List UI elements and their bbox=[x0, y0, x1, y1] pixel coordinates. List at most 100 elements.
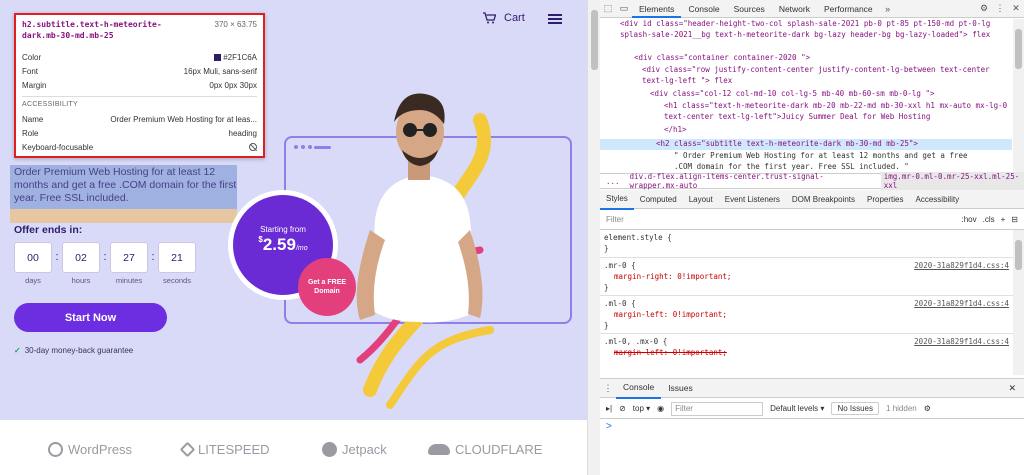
dom-node[interactable]: <div class="col-12 col-md-10 col-lg-5 mb… bbox=[650, 89, 934, 100]
color-swatch bbox=[214, 54, 222, 62]
timer-value: 21 bbox=[158, 242, 196, 273]
timer-separator: : bbox=[55, 251, 59, 263]
hover-state-toggle[interactable]: :hov bbox=[962, 215, 977, 224]
jetpack-icon bbox=[322, 442, 337, 457]
devtools-toolbar: ⬚ ▭ Elements Console Sources Network Per… bbox=[600, 0, 1024, 18]
dom-node[interactable]: </h1> bbox=[664, 125, 687, 136]
close-icon[interactable]: ✕ bbox=[1008, 3, 1024, 14]
console-filter-input[interactable]: Filter bbox=[671, 401, 764, 416]
tab-issues[interactable]: Issues bbox=[661, 378, 700, 398]
inspect-element-icon[interactable]: ⬚ bbox=[600, 3, 616, 14]
rules-scrollbar[interactable] bbox=[1013, 230, 1024, 375]
tab-accessibility[interactable]: Accessibility bbox=[910, 190, 966, 209]
breadcrumb-item[interactable]: ... bbox=[606, 177, 620, 186]
tab-network[interactable]: Network bbox=[772, 0, 817, 18]
tab-performance[interactable]: Performance bbox=[817, 0, 880, 18]
menu-icon[interactable] bbox=[548, 14, 562, 24]
offer-label: Offer ends in: bbox=[14, 224, 83, 236]
drawer-menu-icon[interactable]: ⋮ bbox=[600, 383, 616, 394]
page-scrollbar[interactable] bbox=[587, 0, 600, 475]
tab-event-listeners[interactable]: Event Listeners bbox=[719, 190, 786, 209]
css-rules-pane[interactable]: element.style { } .mr-0 { 2020-31a829f1d… bbox=[600, 230, 1024, 375]
dom-text-node[interactable]: .COM domain for the first year. Free SSL… bbox=[674, 162, 909, 173]
elements-scrollbar[interactable] bbox=[1013, 19, 1024, 173]
levels-select[interactable]: Default levels ▾ bbox=[770, 404, 824, 413]
tooltip-role-row: Role heading bbox=[22, 129, 257, 138]
console-settings-icon[interactable]: ⚙ bbox=[924, 404, 931, 413]
css-rule[interactable]: .ml-0 { 2020-31a829f1d4.css:4 margin-lef… bbox=[600, 298, 1013, 334]
tooltip-name-row: Name Order Premium Web Hosting for at lea… bbox=[22, 115, 257, 124]
dom-node[interactable]: <h1 class="text-h-meteorite-dark mb-20 m… bbox=[664, 101, 1012, 122]
start-now-button[interactable]: Start Now bbox=[14, 303, 167, 332]
breadcrumb-item[interactable]: div.d-flex.align-items-center.trust-sign… bbox=[630, 172, 871, 190]
tab-console[interactable]: Console bbox=[681, 0, 726, 18]
computed-sidebar-icon[interactable]: ⊟ bbox=[1011, 215, 1018, 224]
not-focusable-icon bbox=[249, 143, 257, 151]
dom-text-node[interactable]: " Order Premium Web Hosting for at least… bbox=[674, 151, 968, 162]
device-toggle-icon[interactable]: ▭ bbox=[616, 3, 632, 14]
tooltip-accessibility-header: ACCESSIBILITY bbox=[22, 101, 79, 108]
sidebar-toggle-icon[interactable]: ▸| bbox=[606, 404, 612, 413]
litespeed-icon bbox=[179, 441, 196, 458]
dom-node[interactable]: <div id class="header-height-two-col spl… bbox=[620, 19, 1010, 40]
dom-breadcrumb: ... div.d-flex.align-items-center.trust-… bbox=[600, 172, 1024, 190]
tooltip-keyboard-row: Keyboard-focusable bbox=[22, 143, 257, 152]
more-options-icon[interactable]: ⋮ bbox=[992, 3, 1008, 14]
tab-computed[interactable]: Computed bbox=[634, 190, 683, 209]
breadcrumb-item[interactable]: img.mr-0.ml-0.mr-25-xxl.ml-25-xxl bbox=[880, 172, 1024, 190]
tab-dom-breakpoints[interactable]: DOM Breakpoints bbox=[786, 190, 861, 209]
timer-value: 27 bbox=[110, 242, 148, 273]
close-drawer-icon[interactable]: ✕ bbox=[1008, 383, 1016, 394]
tab-styles[interactable]: Styles bbox=[600, 189, 634, 210]
console-prompt[interactable]: > bbox=[606, 421, 612, 432]
styles-filter-input[interactable]: Filter bbox=[606, 215, 624, 224]
wordpress-icon bbox=[48, 442, 63, 457]
tooltip-selector: h2.subtitle.text-h-meteorite-dark.mb-30-… bbox=[22, 20, 162, 40]
tab-sources[interactable]: Sources bbox=[727, 0, 772, 18]
tab-elements[interactable]: Elements bbox=[632, 0, 682, 18]
timer-hours: 02 hours bbox=[62, 242, 100, 285]
eye-icon[interactable]: ◉ bbox=[657, 404, 664, 413]
dom-node[interactable]: <div class="container container-2020 "> bbox=[634, 53, 810, 64]
timer-unit: minutes bbox=[115, 276, 143, 285]
clear-console-icon[interactable]: ⊘ bbox=[619, 404, 626, 413]
cart-icon bbox=[483, 12, 496, 24]
issues-button[interactable]: No Issues bbox=[831, 402, 880, 415]
tab-layout[interactable]: Layout bbox=[683, 190, 719, 209]
css-rule[interactable]: .mr-0 { 2020-31a829f1d4.css:4 margin-rig… bbox=[600, 260, 1013, 296]
add-rule-icon[interactable]: + bbox=[1001, 215, 1006, 224]
rule-source-link[interactable]: 2020-31a829f1d4.css:4 bbox=[914, 336, 1009, 347]
timer-value: 00 bbox=[14, 242, 52, 273]
price-value: $2.59/mo bbox=[258, 235, 308, 254]
inspect-tooltip: h2.subtitle.text-h-meteorite-dark.mb-30-… bbox=[14, 13, 265, 158]
timer-value: 02 bbox=[62, 242, 100, 273]
styles-filter-row: Filter :hov .cls + ⊟ bbox=[600, 209, 1024, 230]
timer-unit: days bbox=[25, 276, 41, 285]
jetpack-logo: Jetpack bbox=[322, 442, 387, 457]
countdown-timer: 00 days : 02 hours : 27 minutes : 21 sec… bbox=[14, 242, 196, 285]
tab-console-drawer[interactable]: Console bbox=[616, 377, 662, 399]
wordpress-logo: WordPress bbox=[48, 442, 132, 457]
cloudflare-icon bbox=[428, 444, 450, 455]
guarantee-note: ✓ 30-day money-back guarantee bbox=[14, 346, 133, 355]
guarantee-text: 30-day money-back guarantee bbox=[24, 346, 134, 355]
more-tabs-icon[interactable]: » bbox=[880, 4, 896, 14]
rule-source-link[interactable]: 2020-31a829f1d4.css:4 bbox=[914, 298, 1009, 309]
class-toggle[interactable]: .cls bbox=[983, 215, 995, 224]
timer-unit: seconds bbox=[163, 276, 191, 285]
styles-tabbar: Styles Computed Layout Event Listeners D… bbox=[600, 189, 1024, 210]
context-select[interactable]: top ▾ bbox=[633, 404, 650, 413]
cloudflare-logo: CLOUDFLARE bbox=[428, 442, 542, 457]
tooltip-color-row: Color #2F1C6A bbox=[22, 53, 257, 62]
cart-link[interactable]: Cart bbox=[483, 12, 525, 24]
rule-source-link[interactable]: 2020-31a829f1d4.css:4 bbox=[914, 260, 1009, 271]
settings-gear-icon[interactable]: ⚙ bbox=[976, 3, 992, 14]
css-rule[interactable]: element.style { } bbox=[600, 232, 1013, 258]
css-rule[interactable]: .ml-0, .mx-0 { 2020-31a829f1d4.css:4 mar… bbox=[600, 336, 1013, 366]
hidden-count: 1 hidden bbox=[886, 404, 917, 413]
tab-properties[interactable]: Properties bbox=[861, 190, 909, 209]
dom-node-selected[interactable]: <h2 class="subtitle text-h-meteorite-dar… bbox=[656, 139, 918, 150]
cart-label: Cart bbox=[504, 12, 525, 24]
dom-node[interactable]: <div class="row justify-content-center j… bbox=[642, 65, 1012, 86]
elements-tree[interactable]: <div id class="header-height-two-col spl… bbox=[600, 19, 1024, 173]
